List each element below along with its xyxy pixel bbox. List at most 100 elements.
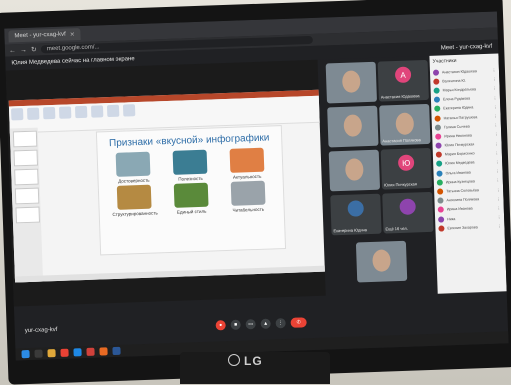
more-options-icon[interactable]: ⋮ [493, 86, 497, 91]
ribbon-button[interactable] [42, 106, 56, 120]
more-options-icon[interactable]: ⋮ [495, 150, 499, 155]
avatar [436, 160, 443, 168]
ribbon-button[interactable] [26, 107, 40, 120]
fruit-icon [229, 147, 265, 173]
ribbon-button[interactable] [11, 108, 24, 121]
search-icon[interactable] [34, 349, 43, 358]
tab-label: Meet - yur-cxag-kvf [14, 31, 66, 40]
tile-name: Анастасия Полякова [382, 137, 421, 144]
more-options-icon[interactable]: ⋮ [494, 132, 498, 137]
avatar [433, 96, 441, 103]
slide-item: Полезность [164, 149, 216, 182]
more-options-icon[interactable]: ⋮ [493, 95, 497, 100]
ribbon-button[interactable] [74, 105, 88, 119]
video-tile[interactable] [325, 61, 377, 104]
avatar [434, 105, 441, 113]
avatar [434, 115, 441, 122]
slide-thumb[interactable] [15, 206, 41, 224]
avatar-tile[interactable]: Ю Юлия Пичкурская [380, 147, 433, 190]
slide-thumb[interactable] [12, 130, 38, 148]
ribbon-button[interactable] [90, 105, 104, 118]
avatar-tile[interactable]: А Анастасия Юдашева [377, 59, 429, 102]
more-options-icon[interactable]: ⋮ [494, 123, 498, 128]
avatar [433, 78, 440, 85]
mic-off-icon[interactable]: ● [215, 320, 226, 331]
avatar [438, 216, 445, 223]
tile-name [359, 279, 405, 281]
more-options-icon[interactable]: ⋮ [495, 159, 499, 164]
start-icon[interactable] [21, 349, 30, 359]
captions-icon[interactable]: ▭ [245, 319, 256, 330]
ribbon-button[interactable] [122, 104, 136, 117]
avatar [437, 197, 444, 204]
more-options-icon[interactable]: ⋮ [496, 196, 500, 201]
opera-icon[interactable] [86, 347, 95, 356]
participant-name: Галина Сычева [443, 124, 470, 130]
more-options-icon[interactable]: ⋮ [493, 104, 497, 109]
folder-icon[interactable] [47, 349, 56, 358]
more-participants-tile[interactable]: Ещё 16 чел. [382, 191, 434, 234]
more-options-icon[interactable]: ⋮ [494, 141, 498, 146]
video-tile[interactable]: Анастасия Полякова [379, 103, 431, 146]
edge-icon[interactable] [73, 348, 82, 357]
slide-item-label: Читабельность [232, 206, 265, 213]
more-options-icon[interactable]: ⋮ [495, 169, 499, 174]
present-icon[interactable]: ▲ [260, 318, 271, 329]
participant-tiles: А Анастасия Юдашева Анастасия Полякова Ю… [319, 56, 434, 296]
tile-name: Ещё 16 чел. [385, 225, 408, 232]
self-video-tile[interactable] [355, 240, 408, 283]
reload-icon[interactable]: ↻ [31, 46, 37, 54]
avatar-tile[interactable]: Екатерина Юдина [330, 193, 382, 236]
participant-name: Екатерина Юдина [443, 105, 474, 111]
participants-list: Анастасия Юдашева ⋮ Валентина Ю. ⋮ Марья Кон… [430, 65, 505, 233]
video-tile[interactable] [327, 105, 379, 148]
avatar [437, 188, 444, 195]
slide-item-label: Единый стиль [176, 208, 207, 215]
end-call-button[interactable]: ✆ [290, 317, 307, 328]
video-tile[interactable] [328, 149, 381, 192]
slide-thumb[interactable] [14, 187, 40, 205]
slide-item-label: Структурированность [112, 210, 158, 218]
participant-name: Мария Борисенко [444, 151, 475, 157]
avatar: Ю [397, 154, 415, 172]
participant-video [395, 112, 415, 136]
more-options-icon[interactable]: ⋮ [496, 178, 500, 183]
avatar [437, 206, 444, 214]
avatar [435, 142, 442, 149]
slide-thumb[interactable] [13, 149, 39, 167]
more-options-icon[interactable]: ⋮ [497, 215, 501, 220]
avatar [433, 87, 440, 94]
more-options-icon[interactable]: ⋮ [275, 318, 286, 329]
back-icon[interactable]: ← [9, 47, 16, 54]
ribbon-button[interactable] [58, 106, 72, 119]
participant-name: Наталья Патрушева [443, 114, 478, 120]
tab-meet[interactable]: Meet - yur-cxag-kvf ✕ [8, 28, 82, 43]
slide-item: Структурированность [109, 184, 161, 217]
more-options-icon[interactable]: ⋮ [492, 68, 496, 73]
forward-icon[interactable]: → [20, 46, 27, 53]
more-options-icon[interactable]: ⋮ [493, 114, 497, 119]
more-options-icon[interactable]: ⋮ [497, 224, 501, 229]
chrome-icon[interactable] [60, 348, 69, 357]
participant-name: Анастасия Юдашева [441, 68, 477, 75]
participant-name: Юлия Медведева [445, 160, 475, 166]
slide-thumb[interactable] [14, 168, 39, 186]
slide-item-label: Достоверность [118, 177, 150, 184]
participant-video [343, 114, 363, 137]
camera-icon[interactable]: ■ [230, 319, 241, 330]
participant-row[interactable]: Евгения Захарова ⋮ [435, 222, 504, 234]
participant-video [372, 249, 391, 272]
participant-name: Татьяна Соловьёва [446, 188, 479, 194]
more-options-icon[interactable]: ⋮ [496, 187, 500, 192]
ribbon-button[interactable] [106, 104, 120, 118]
participant-name: Евгения Захарова [447, 225, 478, 231]
avatar [435, 133, 442, 140]
avatar [399, 198, 416, 215]
more-options-icon[interactable]: ⋮ [497, 205, 501, 210]
more-options-icon[interactable]: ⋮ [492, 77, 496, 82]
yandex-icon[interactable] [99, 347, 108, 356]
close-icon[interactable]: ✕ [70, 31, 75, 38]
avatar: А [394, 66, 412, 84]
tile-name [332, 188, 378, 190]
word-icon[interactable] [112, 346, 121, 356]
